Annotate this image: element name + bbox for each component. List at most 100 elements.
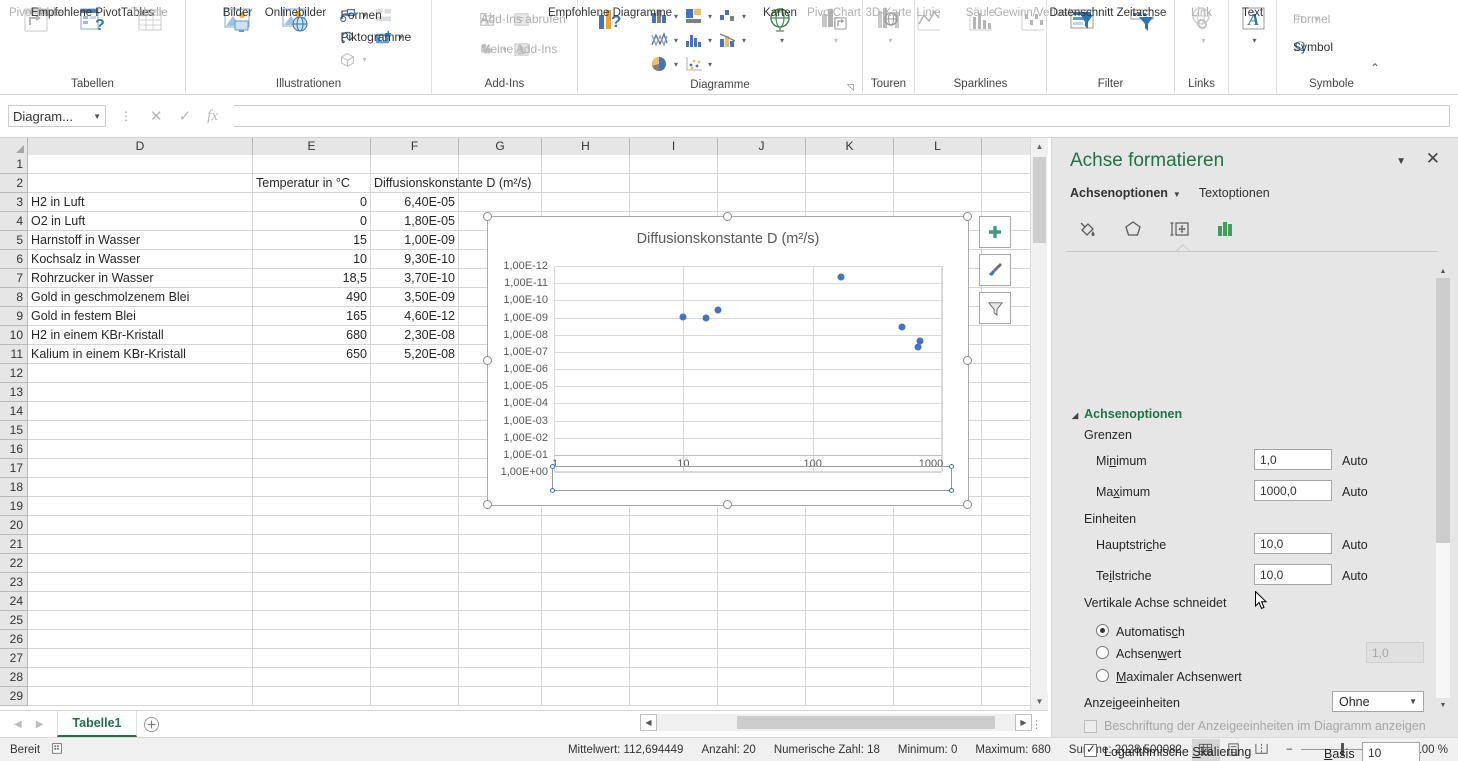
hierarchy-chart-button[interactable]: ▾ [684,4,718,28]
horizontal-scrollbar[interactable]: ◀ ▶ [640,714,1032,731]
row-header-5[interactable]: 5 [0,231,28,250]
cell-E19[interactable] [253,497,371,516]
cell-K1[interactable] [806,155,894,174]
cell-D19[interactable] [28,497,253,516]
chevron-down-icon[interactable]: ▾ [1201,36,1205,45]
pictures-button[interactable]: Bilder [214,2,260,38]
cell-J28[interactable] [718,668,806,687]
cell-E13[interactable] [253,383,371,402]
stat-anzahl[interactable]: Anzahl: 20 [701,744,755,756]
cell-F17[interactable] [371,459,459,478]
cell-E2[interactable]: Temperatur in °C [253,174,371,193]
cell-E10[interactable]: 680 [253,326,371,345]
cell-E8[interactable]: 490 [253,288,371,307]
cell-H26[interactable] [542,630,630,649]
cell-I24[interactable] [630,592,718,611]
chevron-down-icon[interactable]: ▾ [1252,36,1256,45]
pane-scroll-up-button[interactable]: ▲ [1436,264,1450,278]
row-header-27[interactable]: 27 [0,649,28,668]
cell-F28[interactable] [371,668,459,687]
major-unit-input[interactable]: 10,0 [1254,533,1332,554]
chevron-down-icon[interactable]: ▾ [708,36,712,45]
row-header-22[interactable]: 22 [0,554,28,573]
cell-F16[interactable] [371,440,459,459]
horizontal-scroll-thumb[interactable] [737,716,995,729]
cell-J20[interactable] [718,516,806,535]
cell-K20[interactable] [806,516,894,535]
cell-F18[interactable] [371,478,459,497]
cell-E29[interactable] [253,687,371,706]
chevron-down-icon[interactable]: ▾ [362,55,366,64]
vertical-scrollbar[interactable]: ▲ ▼ [1030,138,1048,710]
chevron-down-icon[interactable]: ▾ [742,12,746,21]
shapes-button[interactable]: Formen ▾ [336,4,382,26]
cell-E5[interactable]: 15 [253,231,371,250]
cell-H2[interactable] [542,174,630,193]
cell-D8[interactable]: Gold in geschmolzenem Blei [28,288,253,307]
cell-D26[interactable] [28,630,253,649]
name-box[interactable]: Diagram... ▼ [8,105,106,127]
cell-K25[interactable] [806,611,894,630]
cell-G20[interactable] [459,516,542,535]
cell-G1[interactable] [459,155,542,174]
cell-E24[interactable] [253,592,371,611]
effects-icon[interactable] [1114,212,1152,246]
scroll-right-button[interactable]: ▶ [1015,714,1032,731]
cell-E21[interactable] [253,535,371,554]
sparkline-line-button[interactable]: Linie [903,2,955,38]
prev-sheet-icon[interactable]: ◀ [14,719,22,730]
row-header-9[interactable]: 9 [0,307,28,326]
cell-D13[interactable] [28,383,253,402]
cell-L25[interactable] [894,611,982,630]
chevron-down-icon[interactable]: ▾ [674,36,678,45]
scroll-down-button[interactable]: ▼ [1031,693,1048,710]
cell-D17[interactable] [28,459,253,478]
row-header-24[interactable]: 24 [0,592,28,611]
h-scroll-track[interactable] [657,714,1015,731]
waterfall-chart-button[interactable]: ▾ [718,4,752,28]
row-header-19[interactable]: 19 [0,497,28,516]
cell-J27[interactable] [718,649,806,668]
cell-I22[interactable] [630,554,718,573]
vertical-scroll-thumb[interactable] [1033,157,1046,243]
cell-D10[interactable]: H2 in einem KBr-Kristall [28,326,253,345]
cell-G23[interactable] [459,573,542,592]
minor-auto-button[interactable]: Auto [1342,569,1368,583]
show-display-units-checkbox[interactable] [1084,720,1097,733]
axis-handle-bl[interactable] [550,488,555,493]
minimum-auto-button[interactable]: Auto [1342,454,1368,468]
cell-K23[interactable] [806,573,894,592]
cell-F20[interactable] [371,516,459,535]
chevron-down-icon[interactable]: ▼ [1396,156,1406,167]
pivotchart-button[interactable]: PivotChart ▾ [802,2,866,47]
cell-F10[interactable]: 2,30E-08 [371,326,459,345]
pie-chart-button[interactable]: ▾ [650,52,684,76]
axis-handle-br[interactable] [949,488,954,493]
cell-D21[interactable] [28,535,253,554]
cell-L3[interactable] [894,193,982,212]
cell-E14[interactable] [253,402,371,421]
recommended-pivottables-button[interactable]: ? Empfohlene PivotTables [31,2,154,38]
cell-E26[interactable] [253,630,371,649]
chart-title[interactable]: Diffusionskonstante D (m²/s) [488,231,968,247]
cell-F19[interactable] [371,497,459,516]
row-header-3[interactable]: 3 [0,193,28,212]
statistic-chart-button[interactable]: ▾ [684,28,718,52]
cell-E25[interactable] [253,611,371,630]
tab-achsenoptionen[interactable]: Achsenoptionen ▼ [1070,186,1181,200]
cell-D18[interactable] [28,478,253,497]
chart-handle-tr[interactable] [963,212,972,221]
zoom-out-button[interactable]: − [1286,744,1293,756]
chart-handle-ml[interactable] [483,356,492,365]
cell-E23[interactable] [253,573,371,592]
cell-L1[interactable] [894,155,982,174]
cell-D14[interactable] [28,402,253,421]
cell-F23[interactable] [371,573,459,592]
cell-E3[interactable]: 0 [253,193,371,212]
pane-scrollbar[interactable]: ▲ ▼ [1436,264,1450,712]
cell-D12[interactable] [28,364,253,383]
chevron-down-icon[interactable]: ▼ [93,112,101,121]
chart-handle-tc[interactable] [723,212,732,221]
chart-handle-bc[interactable] [723,500,732,509]
cell-D15[interactable] [28,421,253,440]
